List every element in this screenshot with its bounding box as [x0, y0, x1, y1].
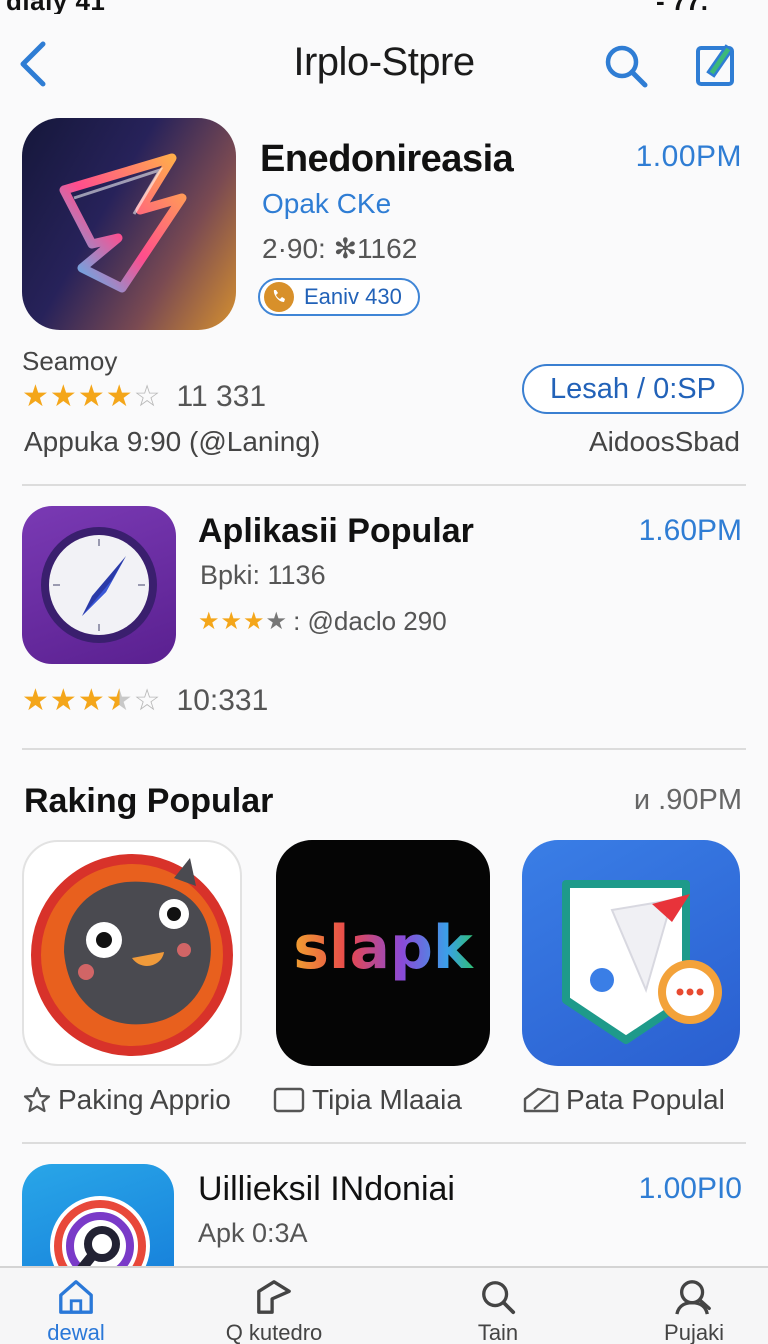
rating-count: 10:331: [176, 684, 269, 717]
search-icon: [482, 1281, 516, 1315]
star-rating: ★ ★ ★ ★: [198, 607, 288, 635]
ranking-tile-1[interactable]: [22, 840, 242, 1066]
star-icon: ★: [265, 607, 288, 635]
app2-rating-text: : @daclo 290: [293, 606, 447, 636]
compass-icon: [41, 527, 157, 643]
rating-count: 11 331: [176, 380, 267, 413]
featured-app-pill[interactable]: Eaniv 430: [258, 278, 420, 316]
ranking-time: ᴎ .90PM: [633, 784, 742, 816]
ranking-tile-label-1[interactable]: Paking Apprio: [22, 1084, 231, 1116]
app2-meta: Bpki: 1136: [200, 560, 326, 590]
mascot-icon: [31, 854, 233, 1056]
person-search-icon: [675, 1280, 711, 1315]
section-label: Seamoy: [22, 346, 118, 376]
slapk-logo-icon: slapk: [293, 913, 475, 983]
app3-meta: Apk 0:3A: [198, 1218, 308, 1248]
featured-app-name: Enedonireasia: [260, 138, 514, 180]
star-rating: ★ ★ ★ ★ ☆: [22, 686, 161, 716]
star-empty-icon: ☆: [133, 684, 161, 717]
search-button[interactable]: [600, 40, 652, 92]
tile-label-text: Tipia Mlaaia: [312, 1084, 462, 1115]
list-item-app2[interactable]: Aplikasii Popular 1.60PM Bpki: 1136 ★ ★ …: [0, 506, 768, 726]
star-half-icon: ★: [105, 684, 133, 717]
star-icon: ★: [105, 380, 133, 413]
ranking-tile-label-2[interactable]: Tipia Mlaaia: [272, 1084, 462, 1116]
featured-app-developer[interactable]: Opak CKe: [262, 188, 391, 220]
app2-time: 1.60PM: [638, 514, 742, 547]
tab-label: Pujaki: [664, 1320, 724, 1344]
divider: [22, 748, 746, 750]
app2-rating: ★ ★ ★ ★ : @daclo 290: [198, 606, 447, 637]
tab-label: Tain: [477, 1320, 519, 1344]
star-icon: ★: [198, 607, 220, 635]
tab-bar: dewal Q kutedro Tain Pujaki: [0, 1266, 768, 1344]
arrow-logo-icon: [59, 153, 187, 293]
featured-app-meta: 2·90: ✻1162: [262, 233, 418, 264]
status-right: - 77.: [656, 0, 708, 14]
star-icon: ★: [49, 380, 77, 413]
tab-label: dewal: [47, 1320, 105, 1344]
nav-bar: Irplo-Stpre: [0, 30, 768, 102]
compose-button[interactable]: [690, 38, 742, 90]
featured-app-icon[interactable]: [22, 118, 236, 330]
music-chat-icon: [562, 880, 722, 1044]
page-title: Irplo-Stpre: [293, 40, 475, 84]
featured-footer-left: Appuka 9:90 (@Laning): [24, 426, 321, 457]
app3-name: Uillieksil INdoniai: [198, 1170, 455, 1208]
app2-name: Aplikasii Popular: [198, 512, 474, 550]
app2-icon[interactable]: [22, 506, 176, 664]
ranking-tile-3[interactable]: [522, 840, 740, 1066]
compose-icon: [696, 44, 734, 86]
app3-time: 1.00PI0: [638, 1172, 742, 1205]
star-outline-icon: [23, 1086, 51, 1113]
ticket-icon: [523, 1087, 559, 1113]
featured-action-button[interactable]: Lesah / 0:SP: [521, 364, 744, 414]
status-bar: ɑlaiy 41 - 77.: [0, 0, 768, 14]
tab-search[interactable]: Tain: [428, 1278, 568, 1344]
star-icon: ★: [22, 684, 49, 717]
tab-home[interactable]: dewal: [6, 1278, 146, 1344]
app2-rating-secondary: ★ ★ ★ ★ ☆ 10:331: [22, 684, 268, 718]
tab-label: Q kutedro: [225, 1320, 323, 1344]
slapk-logo-text: slapk: [293, 913, 475, 983]
star-empty-icon: ☆: [133, 380, 161, 413]
star-icon: ★: [49, 684, 77, 717]
tab-profile[interactable]: Pujaki: [624, 1278, 764, 1344]
featured-footer-right: AidoosSbad: [588, 426, 740, 457]
status-left: ɑlaiy 41: [6, 0, 105, 14]
list-item-app3[interactable]: Uillieksil INdoniai 1.00PI0 Apk 0:3A: [0, 1164, 768, 1316]
divider: [22, 1142, 746, 1144]
home-icon: [59, 1280, 93, 1314]
tile-label-text: Paking Apprio: [58, 1084, 231, 1115]
star-icon: ★: [220, 607, 243, 635]
search-icon: [605, 45, 648, 88]
tab-second[interactable]: Q kutedro: [204, 1278, 344, 1344]
pill-label: Eaniv 430: [304, 284, 402, 309]
featured-rating: ★ ★ ★ ★ ☆ 11 331: [22, 380, 266, 414]
star-icon: ★: [77, 684, 105, 717]
featured-app-time: 1.00PM: [635, 140, 742, 173]
arrow-shape-icon: [257, 1280, 291, 1314]
divider: [22, 484, 746, 486]
featured-app: Enedonireasia 1.00PM Opak CKe 2·90: ✻116…: [0, 118, 768, 478]
ranking-tile-label-3[interactable]: Pata Populal: [522, 1084, 725, 1116]
star-icon: ★: [77, 380, 105, 413]
star-icon: ★: [243, 607, 265, 635]
ranking-title: Raking Popular: [24, 782, 274, 820]
phone-icon: [264, 282, 294, 312]
star-icon: ★: [22, 380, 49, 413]
star-rating: ★ ★ ★ ★ ☆: [22, 382, 161, 412]
tile-label-text: Pata Populal: [566, 1084, 725, 1115]
square-outline-icon: [273, 1087, 305, 1113]
ranking-tile-2[interactable]: slapk: [276, 840, 490, 1066]
ranking-section: Raking Popular ᴎ .90PM slapk Paking Appr…: [0, 780, 768, 1130]
